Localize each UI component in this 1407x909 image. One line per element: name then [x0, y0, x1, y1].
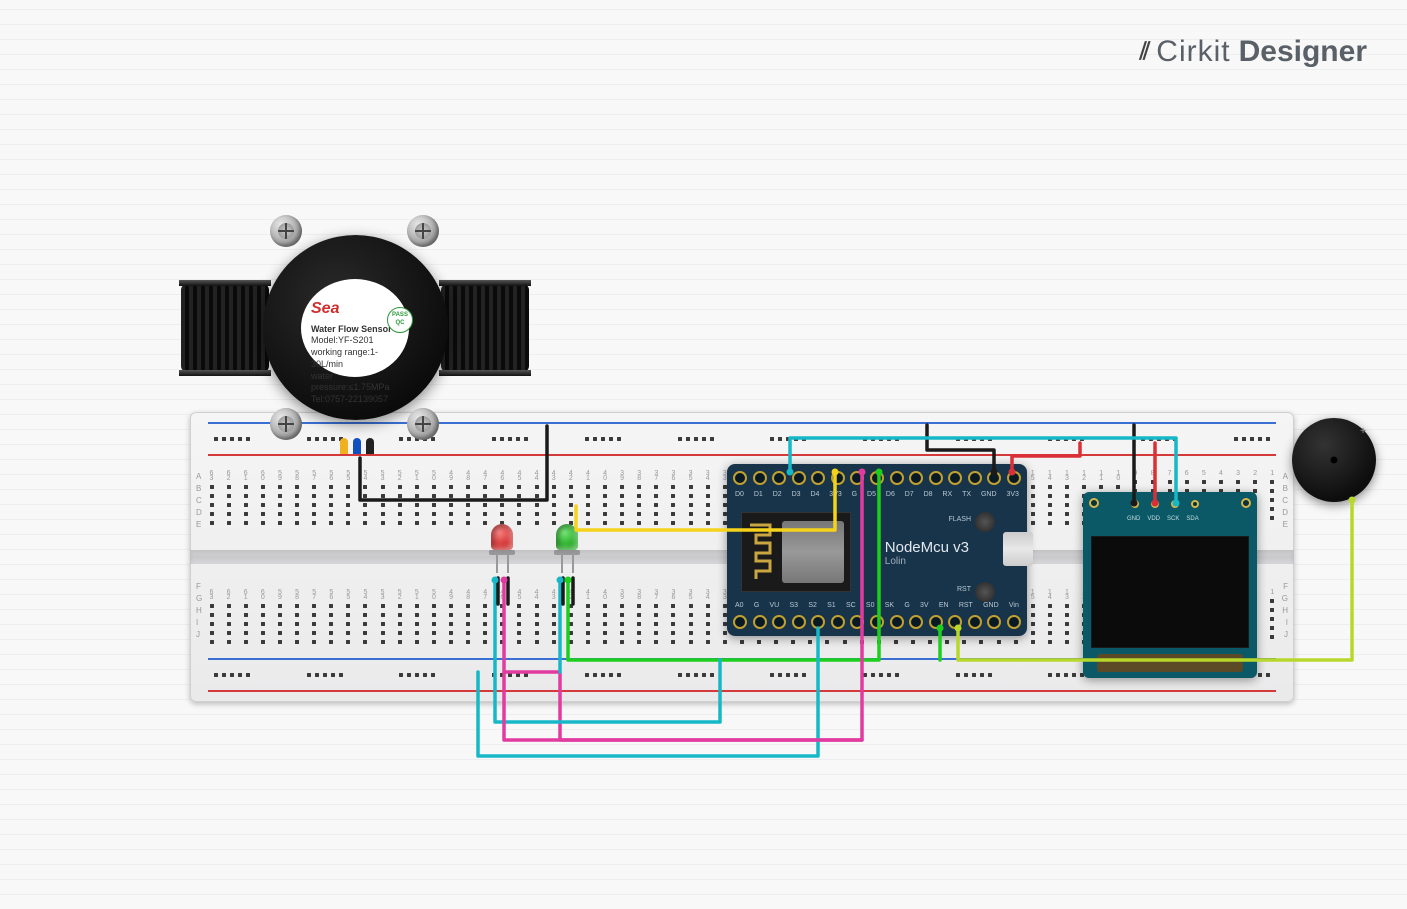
row-label: G [196, 594, 202, 603]
row-label: I [196, 618, 198, 627]
mcu-pin-row-bottom [733, 610, 1021, 634]
app-logo: ⫽ Cirkit Designer [1140, 35, 1367, 69]
flash-button[interactable] [975, 512, 995, 532]
row-label: E [196, 520, 201, 529]
screw-icon [407, 408, 439, 440]
mcu-pin-row-top [733, 466, 1021, 490]
lead-yellow [340, 438, 348, 454]
mcu-pin-labels-top: D0D1D2D3D43V3GD5D6D7D8RXTXGND3V3 [735, 491, 1019, 498]
row-label: A [1283, 472, 1288, 481]
row-label: B [1283, 484, 1288, 493]
row-label: J [196, 630, 200, 639]
sensor-spec: Water Flow Sensor [311, 324, 399, 336]
flow-sensor-label: Sea PASS QC Water Flow Sensor Model:YF-S… [301, 279, 409, 377]
row-label: F [1283, 582, 1288, 591]
sensor-spec: Model:YF-S201 [311, 335, 399, 347]
oled-pin-labels: GND VDD SCK SDA [1127, 516, 1199, 522]
reset-label: RST [957, 586, 971, 593]
sensor-spec: working range:1-30L/min [311, 347, 399, 370]
piezo-buzzer[interactable]: + [1292, 418, 1376, 502]
row-label: I [1286, 618, 1288, 627]
wifi-antenna-icon [748, 521, 774, 583]
flow-sensor-inlet [181, 284, 269, 372]
led-red[interactable] [491, 524, 513, 560]
row-label: H [1282, 606, 1288, 615]
mcu-pin-labels-bottom: A0GVUS3S2S1SCS0SKG3VENRSTGNDVin [735, 602, 1019, 609]
row-label: H [196, 606, 202, 615]
pass-text: PASS [392, 312, 408, 320]
oled-pin-label: SDA [1186, 516, 1198, 522]
qc-text: QC [396, 320, 405, 328]
board-name: NodeMcu v3 Lolin [885, 539, 969, 567]
flow-sensor-pass-badge: PASS QC [387, 307, 413, 333]
row-label: E [1283, 520, 1288, 529]
row-label: C [1282, 496, 1288, 505]
led-bulb [556, 524, 578, 550]
oled-flex-cable [1097, 654, 1243, 672]
lead-red [353, 438, 361, 454]
row-label: G [1282, 594, 1288, 603]
buzzer-polarity-mark: + [1360, 426, 1366, 437]
row-label: D [196, 508, 202, 517]
oled-pin-label: VDD [1147, 516, 1160, 522]
flash-label: FLASH [948, 516, 971, 523]
brand-1: Cirkit [1156, 35, 1230, 69]
brand-2: Designer [1239, 35, 1367, 69]
micro-usb-port [1003, 532, 1033, 566]
screw-icon [270, 215, 302, 247]
oled-header-pins [1131, 500, 1199, 508]
oled-pin-label: GND [1127, 516, 1140, 522]
flow-sensor-body: Sea PASS QC Water Flow Sensor Model:YF-S… [263, 235, 448, 420]
led-bulb [491, 524, 513, 550]
led-green[interactable] [556, 524, 578, 560]
row-label: F [196, 582, 201, 591]
row-label: B [196, 484, 201, 493]
esp8266-module [741, 512, 851, 592]
row-label: A [196, 472, 201, 481]
sensor-spec: Tel:0757-22139057 [311, 394, 399, 406]
flow-sensor-brand: Sea [311, 300, 339, 317]
oled-screen [1091, 536, 1249, 648]
oled-pin-label: SCK [1167, 516, 1179, 522]
reset-button[interactable] [975, 582, 995, 602]
flow-sensor-outlet [441, 284, 529, 372]
screw-icon [407, 215, 439, 247]
board-subtitle: Lolin [885, 556, 969, 567]
water-flow-sensor[interactable]: Sea PASS QC Water Flow Sensor Model:YF-S… [185, 210, 525, 458]
row-label: J [1284, 630, 1288, 639]
sensor-spec: water pressure:≤1.75MPa [311, 371, 399, 394]
logo-mark: ⫽ [1140, 38, 1149, 66]
screw-icon [270, 408, 302, 440]
oled-display[interactable]: GND VDD SCK SDA [1083, 492, 1257, 678]
row-label: D [1282, 508, 1288, 517]
row-label: C [196, 496, 202, 505]
nodemcu-board[interactable]: D0D1D2D3D43V3GD5D6D7D8RXTXGND3V3 NodeMcu… [727, 464, 1027, 636]
lead-black [366, 438, 374, 454]
board-title: NodeMcu v3 [885, 539, 969, 556]
flow-sensor-leads [340, 438, 374, 454]
rf-shield-icon [782, 521, 844, 583]
